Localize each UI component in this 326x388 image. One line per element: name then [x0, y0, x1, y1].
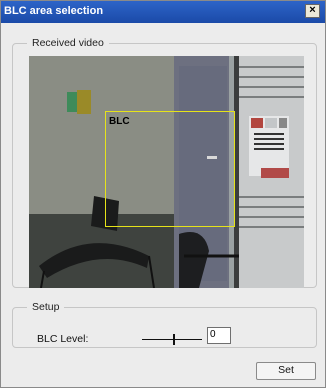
blc-level-value[interactable]: 0 [207, 327, 231, 344]
blc-level-slider[interactable] [142, 334, 202, 345]
blc-area-rectangle[interactable] [105, 111, 235, 227]
close-button[interactable]: × [305, 4, 320, 18]
blc-level-label: BLC Level: [37, 333, 89, 345]
window-title: BLC area selection [4, 5, 104, 17]
slider-thumb[interactable] [173, 334, 175, 345]
title-bar[interactable]: BLC area selection × [1, 1, 325, 23]
received-video-legend: Received video [32, 37, 104, 49]
close-icon: × [309, 4, 316, 16]
dialog-window: BLC area selection × Received video BLC … [0, 0, 326, 388]
set-button[interactable]: Set [256, 362, 316, 380]
setup-legend: Setup [32, 301, 60, 313]
blc-area-label: BLC [109, 116, 130, 127]
slider-track [142, 339, 202, 340]
